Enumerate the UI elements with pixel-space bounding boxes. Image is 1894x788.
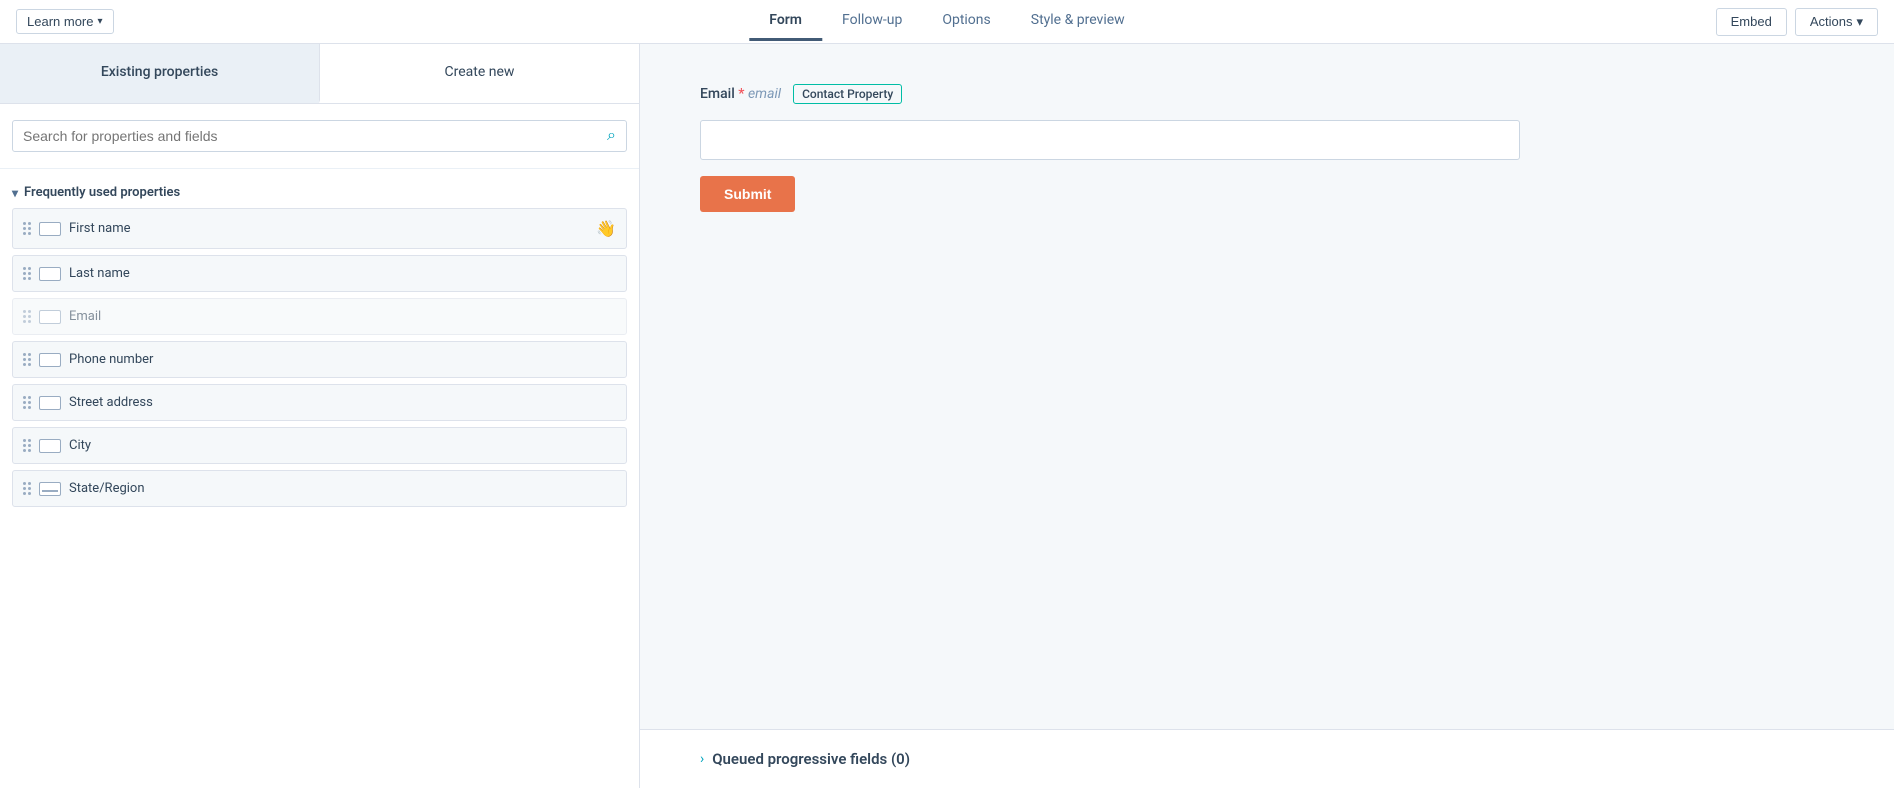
drag-handle-email — [23, 310, 31, 323]
learn-more-chevron-icon: ▾ — [97, 16, 102, 27]
drag-handle-state — [23, 482, 31, 495]
learn-more-label: Learn more — [27, 14, 93, 29]
form-preview: Email * email Contact Property Submit — [640, 44, 1894, 729]
drag-handle-lastname — [23, 267, 31, 280]
property-item-phone[interactable]: Phone number — [12, 341, 627, 378]
property-item-firstname[interactable]: First name 👋 — [12, 208, 627, 249]
email-input-preview[interactable] — [700, 120, 1520, 160]
properties-list: ▾ Frequently used properties First name … — [0, 169, 639, 525]
actions-button[interactable]: Actions ▾ — [1795, 8, 1878, 36]
tab-stylepreview[interactable]: Style & preview — [1011, 2, 1145, 41]
property-item-state[interactable]: State/Region — [12, 470, 627, 507]
embed-button[interactable]: Embed — [1716, 8, 1787, 36]
property-item-email: Email — [12, 298, 627, 335]
panel-tab-existing[interactable]: Existing properties — [0, 44, 319, 103]
right-panel: Email * email Contact Property Submit › … — [640, 44, 1894, 788]
property-name-lastname: Last name — [69, 266, 130, 281]
queued-header[interactable]: › Queued progressive fields (0) — [700, 750, 1834, 768]
tab-options[interactable]: Options — [922, 2, 1010, 41]
search-container: ⌕ — [0, 104, 639, 169]
property-name-state: State/Region — [69, 481, 145, 496]
property-name-phone: Phone number — [69, 352, 153, 367]
email-label-text: Email — [700, 86, 735, 102]
property-item-lastname[interactable]: Last name — [12, 255, 627, 292]
property-name-city: City — [69, 438, 91, 453]
field-icon-firstname — [39, 222, 61, 236]
main-layout: Existing properties Create new ⌕ ▾ Frequ… — [0, 44, 1894, 788]
drag-handle-firstname — [23, 222, 31, 235]
drag-handle-phone — [23, 353, 31, 366]
panel-tabs: Existing properties Create new — [0, 44, 639, 104]
search-input[interactable] — [23, 128, 607, 144]
properties-scroll-area: ▾ Frequently used properties First name … — [0, 169, 639, 788]
email-field-row: Email * email Contact Property — [700, 84, 1834, 104]
embed-label: Embed — [1731, 14, 1772, 29]
property-item-address[interactable]: Street address — [12, 384, 627, 421]
learn-more-button[interactable]: Learn more ▾ — [16, 9, 114, 34]
field-icon-lastname — [39, 267, 61, 281]
field-icon-city — [39, 439, 61, 453]
section-label: Frequently used properties — [24, 185, 180, 200]
existing-properties-label: Existing properties — [101, 64, 218, 80]
submit-label: Submit — [724, 186, 771, 202]
field-type-label: email — [748, 86, 781, 102]
left-panel: Existing properties Create new ⌕ ▾ Frequ… — [0, 44, 640, 788]
actions-chevron-icon: ▾ — [1856, 14, 1863, 30]
property-name-address: Street address — [69, 395, 153, 410]
email-field-label: Email * email — [700, 86, 781, 102]
field-icon-address — [39, 396, 61, 410]
queued-section: › Queued progressive fields (0) — [640, 729, 1894, 788]
submit-button[interactable]: Submit — [700, 176, 795, 212]
property-name-email: Email — [69, 309, 101, 324]
panel-tab-create[interactable]: Create new — [319, 44, 639, 103]
property-item-city[interactable]: City — [12, 427, 627, 464]
search-icon[interactable]: ⌕ — [607, 127, 616, 145]
main-nav-tabs: Form Follow-up Options Style & preview — [749, 2, 1144, 41]
create-new-label: Create new — [445, 64, 515, 80]
drag-handle-city — [23, 439, 31, 452]
section-chevron-icon: ▾ — [12, 186, 18, 200]
drag-handle-address — [23, 396, 31, 409]
frequently-used-section-header[interactable]: ▾ Frequently used properties — [12, 169, 627, 208]
field-icon-state — [39, 482, 61, 496]
nav-actions: Embed Actions ▾ — [1716, 8, 1878, 36]
top-nav: Learn more ▾ Form Follow-up Options Styl… — [0, 0, 1894, 44]
field-icon-phone — [39, 353, 61, 367]
cursor-icon-firstname: 👋 — [596, 219, 616, 238]
actions-label: Actions — [1810, 14, 1853, 29]
contact-property-badge: Contact Property — [793, 84, 902, 104]
tab-form[interactable]: Form — [749, 2, 822, 41]
field-icon-email — [39, 310, 61, 324]
search-box: ⌕ — [12, 120, 627, 152]
tab-followup[interactable]: Follow-up — [822, 2, 922, 41]
required-indicator: * — [738, 86, 748, 102]
property-name-firstname: First name — [69, 221, 130, 236]
queued-chevron-icon: › — [700, 751, 704, 767]
queued-title: Queued progressive fields (0) — [712, 750, 910, 768]
